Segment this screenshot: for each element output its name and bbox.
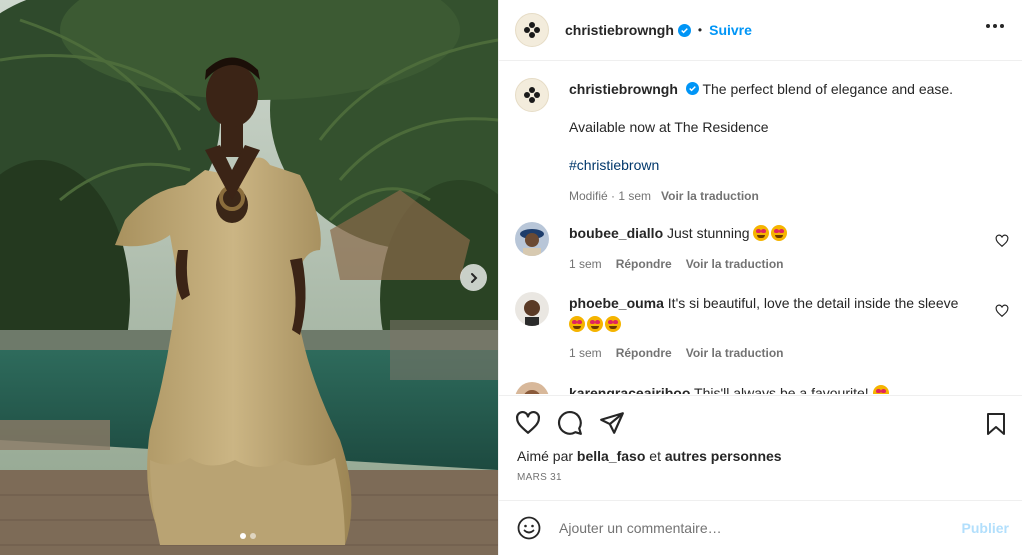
heart-eyes-emoji-icon — [569, 316, 585, 332]
comment-icon[interactable] — [557, 410, 583, 436]
likes-conjunction: et — [649, 448, 661, 464]
post-date: MARS 31 — [517, 472, 562, 483]
comment-text: It's si beautiful, love the detail insid… — [667, 295, 959, 311]
carousel-dot — [250, 533, 256, 539]
caption-line: Available now at The Residence — [569, 119, 769, 135]
author-avatar[interactable] — [515, 13, 549, 47]
post-caption: christiebrowngh The perfect blend of ele… — [515, 78, 1015, 205]
verified-icon — [685, 82, 699, 95]
heart-eyes-emoji-icon — [771, 225, 788, 241]
heart-icon[interactable] — [515, 410, 541, 436]
author-username[interactable]: christiebrowngh — [565, 22, 674, 38]
commenter-username[interactable]: phoebe_ouma — [569, 295, 664, 311]
heart-eyes-emoji-icon — [753, 225, 770, 241]
post-header: christiebrowngh • Suivre — [499, 0, 1022, 61]
comment-item: karengraceairiboo This'll always be a fa… — [515, 382, 1015, 394]
caption-meta: Modifié · 1 sem Voir la traduction — [569, 187, 1015, 205]
heart-eyes-emoji-icon — [605, 316, 621, 332]
add-comment-bar: Ajouter un commentaire… Publier — [499, 500, 1022, 555]
like-comment-heart-icon[interactable] — [995, 234, 1009, 248]
follow-button[interactable]: Suivre — [709, 22, 752, 38]
carousel-dot — [240, 533, 246, 539]
post-modal: christiebrowngh • Suivre christiebrowngh — [0, 0, 1022, 555]
caption-text: The perfect blend of elegance and ease. — [702, 81, 954, 97]
post-image[interactable] — [0, 0, 498, 555]
comments-section[interactable]: christiebrowngh The perfect blend of ele… — [499, 62, 1022, 394]
translate-link[interactable]: Voir la traduction — [686, 346, 784, 360]
translate-link[interactable]: Voir la traduction — [686, 257, 784, 271]
comment-text: Just stunning — [667, 225, 750, 241]
comment-time: 1 sem — [569, 257, 602, 271]
comment-meta: 1 sem Répondre Voir la traduction — [569, 255, 1015, 273]
comment-text: This'll always be a favourite! — [694, 385, 869, 394]
share-icon[interactable] — [599, 410, 625, 436]
author-avatar[interactable] — [515, 78, 549, 112]
commenter-avatar[interactable] — [515, 292, 549, 326]
commenter-avatar[interactable] — [515, 222, 549, 256]
comment-meta: 1 sem Répondre Voir la traduction — [569, 344, 1015, 362]
more-options-button[interactable] — [986, 24, 1004, 28]
commenter-username[interactable]: karengraceairiboo — [569, 385, 690, 394]
reply-button[interactable]: Répondre — [616, 257, 672, 271]
brand-logo-icon — [524, 22, 540, 38]
next-image-button[interactable] — [460, 264, 487, 291]
comment-item: boubee_diallo Just stunning 1 sem Répondr… — [515, 222, 1015, 273]
other-likers-link[interactable]: autres personnes — [665, 448, 782, 464]
post-side-panel: christiebrowngh • Suivre christiebrowngh — [498, 0, 1022, 555]
chevron-right-icon — [470, 272, 477, 283]
commenter-username[interactable]: boubee_diallo — [569, 225, 663, 241]
translate-link[interactable]: Voir la traduction — [661, 189, 759, 203]
comment-item: phoebe_ouma It's si beautiful, love the … — [515, 292, 1015, 362]
modified-time: Modifié · 1 sem — [569, 189, 652, 203]
verified-icon — [677, 23, 691, 37]
publish-button[interactable]: Publier — [962, 520, 1009, 536]
likes-summary: Aimé par bella_faso et autres personnes — [499, 448, 1022, 464]
brand-logo-icon — [524, 87, 540, 103]
bookmark-icon[interactable] — [985, 412, 1007, 436]
carousel-indicator — [240, 533, 256, 539]
reply-button[interactable]: Répondre — [616, 346, 672, 360]
commenter-avatar[interactable] — [515, 382, 549, 394]
heart-eyes-emoji-icon — [872, 385, 889, 394]
comment-input[interactable]: Ajouter un commentaire… — [559, 520, 962, 536]
comment-time: 1 sem — [569, 346, 602, 360]
likes-prefix: Aimé par — [517, 448, 574, 464]
action-icons — [499, 396, 1022, 450]
emoji-icon[interactable] — [517, 516, 541, 540]
heart-eyes-emoji-icon — [587, 316, 603, 332]
separator: • — [697, 23, 703, 37]
caption-username[interactable]: christiebrowngh — [569, 81, 678, 97]
hashtag-link[interactable]: #christiebrown — [569, 156, 1015, 174]
liker-username[interactable]: bella_faso — [577, 448, 645, 464]
post-photo — [0, 0, 498, 555]
like-comment-heart-icon[interactable] — [995, 304, 1009, 318]
more-icon — [986, 24, 990, 28]
post-actions: Aimé par bella_faso et autres personnes … — [499, 395, 1022, 505]
